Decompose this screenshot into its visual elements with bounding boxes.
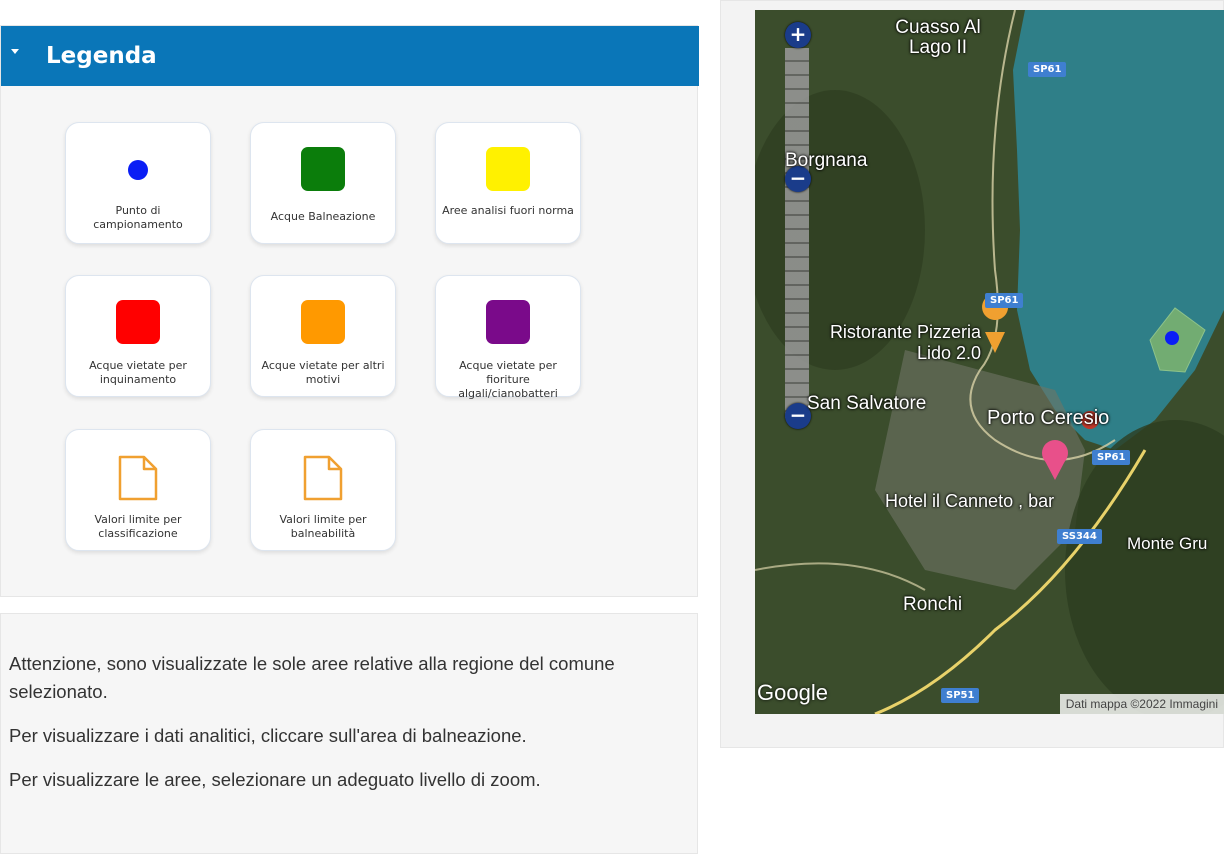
legend-item-pollution-ban: Acque vietate per inquinamento: [65, 275, 211, 397]
document-icon[interactable]: [117, 454, 159, 502]
map-view[interactable]: + − − Cuasso Al Lago II Borgnana Ristora…: [755, 10, 1224, 714]
info-zoom-text: Per visualizzare le aree, selezionare un…: [9, 769, 541, 790]
legend-item-classification-limits[interactable]: Valori limite per classificazione: [65, 429, 211, 551]
road-shield: SP61: [985, 293, 1024, 308]
legend-item-label: Aree analisi fuori norma: [442, 204, 574, 217]
map-label-porto-ceresio: Porto Ceresio: [987, 407, 1110, 429]
map-label-borgnana: Borgnana: [785, 150, 868, 171]
legend-title: Legenda: [46, 43, 157, 69]
legend-item-bathing-waters: Acque Balneazione: [250, 122, 396, 244]
orange-square-icon: [301, 300, 345, 344]
info-warning-text: Attenzione, sono visualizzate le sole ar…: [9, 653, 615, 702]
legend-item-label: Acque vietate per fioriture algali/ciano…: [458, 359, 558, 400]
road-shield: SS344: [1057, 529, 1102, 544]
legend-item-label[interactable]: Valori limite per balneabilità: [257, 513, 389, 541]
document-icon[interactable]: [302, 454, 344, 502]
road-shield: SP61: [1092, 450, 1131, 465]
map-label-ristorante: Ristorante Pizzeria Lido 2.0: [829, 322, 981, 363]
map-label-monte: Monte Gru: [1127, 534, 1208, 553]
legend-item-label: Punto di campionamento: [93, 204, 183, 231]
legend-item-sampling-point: Punto di campionamento: [65, 122, 211, 244]
zoom-slider[interactable]: [785, 48, 809, 418]
legend-header[interactable]: Legenda: [1, 26, 699, 86]
legend-item-bathing-limits[interactable]: Valori limite per balneabilità: [250, 429, 396, 551]
legend-item-label: Acque Balneazione: [270, 210, 376, 223]
legend-item-label[interactable]: Valori limite per classificazione: [72, 513, 204, 541]
info-analytics-text: Per visualizzare i dati analitici, clicc…: [9, 725, 527, 746]
map-label-hotel: Hotel il Canneto , bar: [885, 491, 1055, 511]
yellow-square-icon: [486, 147, 530, 191]
green-square-icon: [301, 147, 345, 191]
road-shield: SP51: [941, 688, 980, 703]
red-square-icon: [116, 300, 160, 344]
legend-item-label: Acque vietate per inquinamento: [89, 359, 187, 386]
purple-square-icon: [486, 300, 530, 344]
google-logo[interactable]: Google: [757, 680, 828, 706]
sampling-point-dot-icon: [128, 160, 148, 180]
legend-item-label: Acque vietate per altri motivi: [261, 359, 385, 386]
legend-item-out-of-norm: Aree analisi fuori norma: [435, 122, 581, 244]
info-panel: Attenzione, sono visualizzate le sole ar…: [0, 613, 698, 854]
map-label-cuasso: Cuasso Al Lago II: [895, 17, 981, 58]
road-shield: SP61: [1028, 62, 1067, 77]
legend-items: Punto di campionamento Acque Balneazione…: [1, 86, 699, 598]
legend-item-algae-ban: Acque vietate per fioriture algali/ciano…: [435, 275, 581, 400]
legend-panel: Legenda Punto di campionamento Acque Bal…: [0, 25, 699, 598]
map-label-san-salvatore: San Salvatore: [807, 393, 927, 414]
collapse-caret-icon[interactable]: [11, 49, 19, 54]
zoom-in-button[interactable]: +: [785, 22, 811, 48]
map-attribution[interactable]: Dati mappa ©2022 Immagini: [1059, 694, 1224, 714]
map-label-ronchi: Ronchi: [903, 594, 963, 615]
legend-item-other-ban: Acque vietate per altri motivi: [250, 275, 396, 397]
